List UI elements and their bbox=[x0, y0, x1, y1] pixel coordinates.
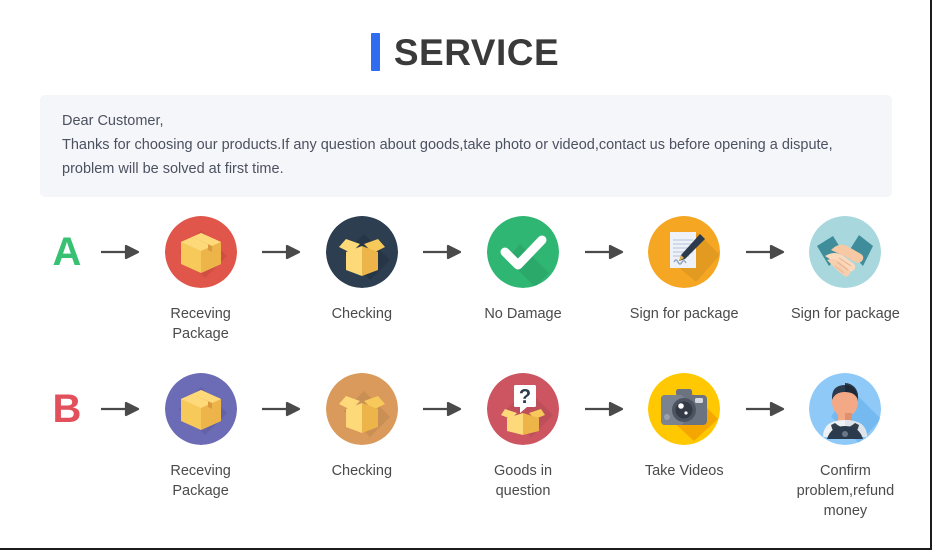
flow-row-a: A Receving Package Checking No Damage Si… bbox=[40, 208, 900, 344]
notice-line-3: problem will be solved at first time. bbox=[62, 161, 284, 177]
flow-step[interactable]: Take Videos bbox=[630, 365, 739, 481]
flow-label-a: A bbox=[52, 230, 82, 274]
flow-step[interactable]: Checking bbox=[307, 365, 416, 481]
right-arrow-icon bbox=[94, 365, 146, 453]
step-label: Receving Package bbox=[170, 463, 231, 499]
flow-step[interactable]: Receving Package bbox=[146, 365, 255, 501]
right-arrow-icon bbox=[578, 208, 630, 296]
step-label: Receving Package bbox=[170, 306, 231, 342]
flow-label-b: B bbox=[52, 387, 82, 431]
closed-box-icon bbox=[164, 373, 237, 445]
flow-step[interactable]: Confirm problem,refund money bbox=[791, 365, 900, 521]
person-icon bbox=[809, 373, 882, 445]
right-arrow-icon bbox=[94, 208, 146, 296]
customer-notice: Dear Customer, Thanks for choosing our p… bbox=[40, 95, 892, 197]
camera-icon bbox=[648, 373, 721, 445]
open-box-icon bbox=[325, 373, 398, 445]
flow-step[interactable]: Sign for package bbox=[630, 208, 739, 324]
right-arrow-icon bbox=[739, 208, 791, 296]
step-label: Checking bbox=[331, 306, 393, 322]
step-label: Checking bbox=[331, 463, 393, 479]
closed-box-icon bbox=[164, 216, 237, 288]
handshake-icon bbox=[809, 216, 882, 288]
step-label: Take Videos bbox=[644, 463, 724, 479]
step-label: Goods in question bbox=[493, 463, 553, 499]
flow-step[interactable]: No Damage bbox=[468, 208, 577, 324]
right-arrow-icon bbox=[739, 365, 791, 453]
svg-text:?: ? bbox=[519, 386, 531, 408]
flow-step[interactable]: Receving Package bbox=[146, 208, 255, 344]
document-pen-icon bbox=[648, 216, 721, 288]
notice-line-1: Dear Customer, bbox=[62, 113, 164, 129]
step-label: Confirm problem,refund money bbox=[796, 463, 895, 519]
right-arrow-icon bbox=[255, 365, 307, 453]
page-title-text: SERVICE bbox=[393, 31, 560, 73]
notice-line-2: Thanks for choosing our products.If any … bbox=[62, 137, 833, 153]
flow-step[interactable]: Checking bbox=[307, 208, 416, 324]
question-box-icon: ? bbox=[487, 373, 559, 445]
flow-step[interactable]: ? Goods in question bbox=[468, 365, 577, 501]
page-title: SERVICE bbox=[0, 0, 930, 80]
right-arrow-icon bbox=[416, 365, 468, 453]
check-mark-icon bbox=[487, 216, 559, 288]
right-arrow-icon bbox=[255, 208, 307, 296]
open-box-icon bbox=[325, 216, 398, 288]
step-label: Sign for package bbox=[629, 306, 739, 322]
title-accent-bar bbox=[370, 33, 380, 71]
flow-row-b: B Receving Package Checking ? Goods in q… bbox=[40, 365, 900, 521]
step-label: Sign for package bbox=[791, 306, 900, 322]
right-arrow-icon bbox=[416, 208, 468, 296]
flow-step[interactable]: Sign for package bbox=[791, 208, 900, 324]
right-arrow-icon bbox=[578, 365, 630, 453]
step-label: No Damage bbox=[484, 306, 562, 322]
